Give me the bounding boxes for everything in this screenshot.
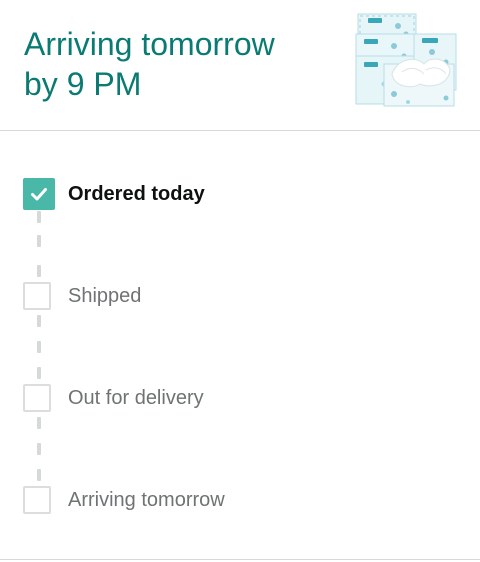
tracker-step-shipped: Shipped bbox=[23, 280, 463, 312]
checkmark-icon bbox=[23, 178, 55, 210]
tracker-step-out-for-delivery: Out for delivery bbox=[23, 382, 463, 414]
tissue-package-front bbox=[383, 58, 455, 107]
tracker-connector-dash bbox=[37, 341, 41, 353]
tracker-connector-dash bbox=[37, 265, 41, 277]
tracker-connector-dash bbox=[37, 443, 41, 455]
product-image bbox=[355, 13, 457, 107]
delivery-headline-line2: by 9 PM bbox=[24, 66, 142, 102]
tracker-connector-dash bbox=[37, 315, 41, 327]
tracker-connector-dash bbox=[37, 469, 41, 481]
empty-checkbox-icon bbox=[23, 282, 51, 310]
tracker-step-ordered: Ordered today bbox=[23, 178, 463, 210]
delivery-header: Arriving tomorrow by 9 PM bbox=[0, 0, 480, 130]
tracker-connector-dash bbox=[37, 211, 41, 223]
tracker-step-label: Out for delivery bbox=[68, 386, 204, 409]
empty-checkbox-icon bbox=[23, 486, 51, 514]
tracker-connector-dash bbox=[37, 417, 41, 429]
tracker-step-label: Ordered today bbox=[68, 182, 205, 205]
empty-checkbox-icon bbox=[23, 384, 51, 412]
footer-divider bbox=[0, 559, 480, 560]
tracker-step-label: Shipped bbox=[68, 284, 142, 307]
shipment-tracker: Ordered today Shipped Out for delivery A… bbox=[0, 131, 480, 559]
delivery-headline-line1: Arriving tomorrow bbox=[24, 26, 275, 62]
tracker-step-arriving: Arriving tomorrow bbox=[23, 484, 463, 516]
tracker-step-label: Arriving tomorrow bbox=[68, 488, 225, 511]
tracker-connector-dash bbox=[37, 235, 41, 247]
tracker-connector-dash bbox=[37, 367, 41, 379]
delivery-headline: Arriving tomorrow by 9 PM bbox=[24, 24, 324, 104]
